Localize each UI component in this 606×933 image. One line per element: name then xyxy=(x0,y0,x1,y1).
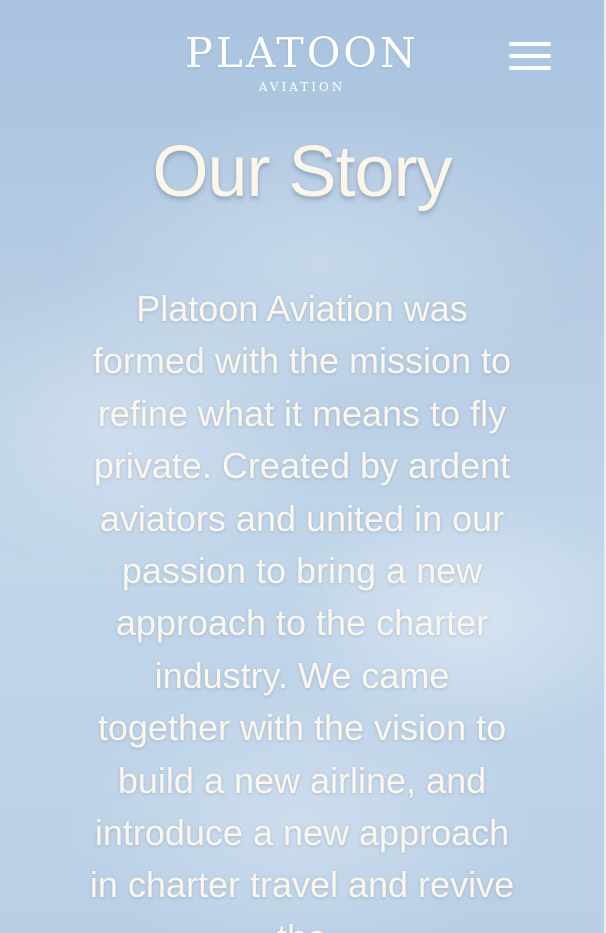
brand-logo[interactable]: PLATOON AVIATION xyxy=(176,31,428,94)
menu-bar-top xyxy=(509,42,551,46)
hamburger-menu-icon[interactable] xyxy=(509,42,551,72)
logo-wordmark: PLATOON xyxy=(185,29,419,77)
logo-tagline: AVIATION xyxy=(258,80,346,94)
page-title: Our Story xyxy=(152,132,452,212)
menu-bar-bottom xyxy=(509,66,551,70)
menu-bar-middle xyxy=(509,54,551,58)
story-paragraph: Platoon Aviation was formed with the mis… xyxy=(89,288,515,933)
